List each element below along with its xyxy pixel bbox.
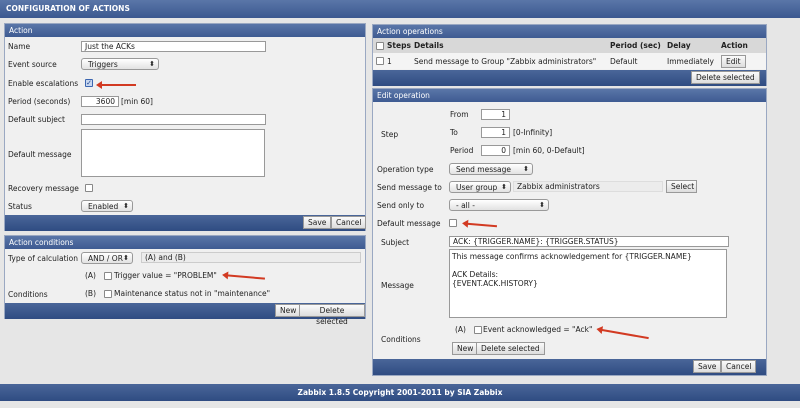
annotation-arrow <box>601 328 649 340</box>
to-input[interactable]: 1 <box>481 127 510 138</box>
period-hint: [min 60] <box>121 97 153 106</box>
message-label: Message <box>381 281 414 290</box>
condition-checkbox[interactable] <box>104 272 112 280</box>
event-source-label: Event source <box>8 60 57 69</box>
default-message-label: Default message <box>8 150 72 159</box>
status-select[interactable]: Enabled <box>81 200 133 212</box>
footer: Zabbix 1.8.5 Copyright 2001-2011 by SIA … <box>0 384 800 401</box>
condition-checkbox[interactable] <box>474 326 482 334</box>
period-label: Period (seconds) <box>8 97 71 106</box>
condition-text: Maintenance status not in "maintenance" <box>114 289 271 298</box>
annotation-arrow <box>96 81 136 89</box>
send-to-value: Zabbix administrators <box>513 181 663 192</box>
to-label: To <box>450 128 458 137</box>
subject-input[interactable]: ACK: {TRIGGER.NAME}: {TRIGGER.STATUS} <box>449 236 729 247</box>
calc-expression: (A) and (B) <box>141 252 361 263</box>
condition-tag: (A) <box>455 325 466 334</box>
steps-cell: 1 <box>387 56 392 66</box>
column-header: Action <box>721 41 748 50</box>
name-label: Name <box>8 42 31 51</box>
op-type-label: Operation type <box>377 165 434 174</box>
delete-selected-button[interactable]: Delete selected <box>299 304 365 326</box>
event-source-select[interactable]: Triggers <box>81 58 159 70</box>
operations-panel: Action operations Steps Details Period (… <box>372 24 767 86</box>
condition-tag: (A) <box>85 271 96 280</box>
condition-checkbox[interactable] <box>104 290 112 298</box>
send-to-type-select[interactable]: User group <box>449 181 511 193</box>
select-all-checkbox[interactable] <box>376 41 384 50</box>
delete-selected-button[interactable]: Delete selected <box>691 71 760 84</box>
default-subject-input[interactable] <box>81 114 266 125</box>
period-input[interactable]: 0 <box>481 145 510 156</box>
default-subject-label: Default subject <box>8 115 65 124</box>
save-button[interactable]: Save <box>693 360 722 373</box>
send-only-select[interactable]: - all - <box>449 199 549 211</box>
send-only-label: Send only to <box>377 201 425 210</box>
step-label: Step <box>381 130 399 139</box>
column-header: Period (sec) <box>610 41 661 50</box>
send-to-label: Send message to <box>377 183 442 192</box>
period-input[interactable]: 3600 <box>81 96 119 107</box>
condition-tag: (B) <box>85 289 96 298</box>
period-cell: Default <box>610 56 638 66</box>
edit-operation-panel: Edit operation Step From 1 To 1 [0-Infin… <box>372 88 767 376</box>
table-row: 1 Send message to Group "Zabbix administ… <box>373 53 766 69</box>
operations-header: Action operations <box>373 25 766 38</box>
save-button[interactable]: Save <box>303 216 332 229</box>
annotation-arrow <box>466 222 498 228</box>
from-label: From <box>450 110 469 119</box>
name-input[interactable]: Just the ACKs <box>81 41 266 52</box>
conditions-label: Conditions <box>381 335 421 344</box>
action-header: Action <box>5 24 365 37</box>
status-label: Status <box>8 202 32 211</box>
conditions-header: Action conditions <box>5 236 365 249</box>
select-button[interactable]: Select <box>666 180 697 193</box>
row-checkbox[interactable] <box>376 57 384 65</box>
edit-operation-header: Edit operation <box>373 89 766 102</box>
edit-button[interactable]: Edit <box>721 54 746 68</box>
page-title: CONFIGURATION OF ACTIONS <box>0 0 800 18</box>
cancel-button[interactable]: Cancel <box>721 360 757 373</box>
condition-text: Event acknowledged = "Ack" <box>483 325 593 334</box>
condition-text: Trigger value = "PROBLEM" <box>114 271 217 280</box>
default-message-label: Default message <box>377 219 441 228</box>
column-header: Delay <box>667 41 691 50</box>
delay-cell: Immediately <box>667 56 714 66</box>
conditions-panel: Action conditions Type of calculation AN… <box>4 235 366 326</box>
subject-label: Subject <box>381 238 410 247</box>
recovery-message-label: Recovery message <box>8 184 79 193</box>
new-condition-button[interactable]: New <box>452 342 479 355</box>
action-panel: Action Name Just the ACKs Event source T… <box>4 23 367 231</box>
annotation-arrow <box>226 274 266 280</box>
message-textarea[interactable]: This message confirms acknowledgement fo… <box>449 249 727 318</box>
op-type-select[interactable]: Send message <box>449 163 533 175</box>
to-hint: [0-Infinity] <box>513 128 553 137</box>
column-header: Details <box>414 41 444 50</box>
new-condition-button[interactable]: New <box>275 304 302 317</box>
default-message-textarea[interactable] <box>81 129 265 177</box>
operations-table: Steps Details Period (sec) Delay Action … <box>373 38 766 69</box>
column-header: Steps <box>387 41 411 50</box>
calc-select[interactable]: AND / OR <box>81 252 133 264</box>
cancel-button[interactable]: Cancel <box>331 216 367 229</box>
details-cell: Send message to Group "Zabbix administra… <box>414 56 597 66</box>
enable-escalations-label: Enable escalations <box>8 79 79 88</box>
period-label: Period <box>450 146 474 155</box>
from-input[interactable]: 1 <box>481 109 510 120</box>
calc-label: Type of calculation <box>8 254 78 263</box>
conditions-label: Conditions <box>8 290 48 299</box>
period-hint: [min 60, 0-Default] <box>513 146 585 155</box>
recovery-message-checkbox[interactable] <box>85 184 93 192</box>
default-message-checkbox[interactable] <box>449 219 457 227</box>
enable-escalations-checkbox[interactable]: ✓ <box>85 79 93 87</box>
delete-selected-button[interactable]: Delete selected <box>476 342 545 355</box>
